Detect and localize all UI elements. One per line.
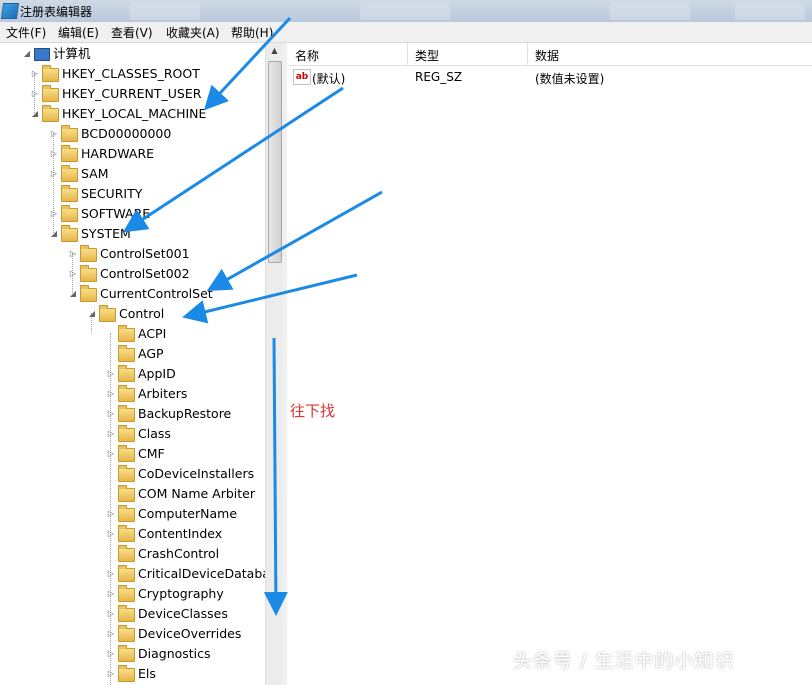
watermark: 头条号 / 生活中的小知识 — [513, 650, 735, 672]
annotation-arrows — [122, 16, 383, 616]
arrow-to-control — [182, 273, 358, 324]
arrow-to-system — [122, 86, 344, 233]
arrow-scroll-down — [263, 337, 288, 616]
arrow-to-hklm — [203, 16, 292, 111]
annotation-text: 往下找 — [290, 402, 336, 420]
